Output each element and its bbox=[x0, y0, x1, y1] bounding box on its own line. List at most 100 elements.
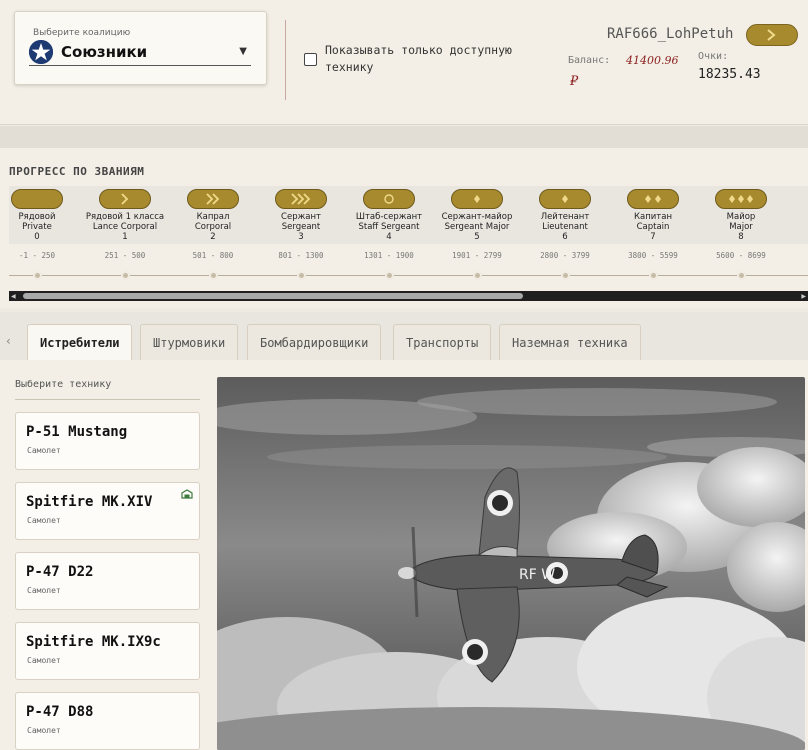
rank-name-en: Private bbox=[22, 222, 52, 232]
vehicle-type: Самолет bbox=[27, 656, 61, 665]
coalition-label: Выберите коалицию bbox=[33, 28, 131, 38]
available-only-label[interactable]: Показывать только доступную технику bbox=[325, 42, 525, 76]
rank-timeline-marker bbox=[120, 271, 130, 280]
rank-number: 3 bbox=[298, 232, 304, 242]
rank-points-range: 501 - 800 bbox=[192, 251, 234, 260]
rank-timeline-marker bbox=[32, 271, 42, 280]
scroll-right-icon[interactable]: ▶ bbox=[801, 293, 806, 300]
balance-label: Баланс: bbox=[568, 55, 611, 66]
rank-name-en: Corporal bbox=[194, 222, 232, 232]
vehicle-type: Самолет bbox=[27, 726, 61, 735]
rank-name-ru: Сержант bbox=[281, 212, 321, 222]
coalition-select[interactable]: Союзники ▼ bbox=[29, 40, 251, 66]
rank-name-ru: Лейтенант bbox=[540, 212, 590, 222]
scrollbar-thumb[interactable] bbox=[23, 293, 523, 299]
horizontal-scrollbar[interactable]: ◀ ▶ bbox=[9, 291, 808, 301]
rank-name-ru: Рядовой 1 класса bbox=[85, 212, 165, 222]
vehicle-name: P-47 D22 bbox=[26, 564, 94, 580]
rank-insignia-icon bbox=[451, 189, 503, 209]
rank-name-en: Lance Corporal bbox=[92, 222, 158, 232]
rank-timeline-marker bbox=[296, 271, 306, 280]
rank-name-en: Major bbox=[729, 222, 753, 232]
top-bar: Выберите коалицию Союзники ▼ Показывать … bbox=[0, 0, 808, 125]
vehicle-type: Самолет bbox=[27, 516, 61, 525]
username: RAF666_LohPetuh bbox=[607, 26, 734, 42]
vehicle-card[interactable]: P-51 Mustang Самолет bbox=[15, 412, 200, 470]
rank-insignia-icon bbox=[187, 189, 239, 209]
rank-timeline-marker bbox=[208, 271, 218, 280]
points-value: 18235.43 bbox=[698, 67, 761, 82]
tab-fighters[interactable]: Истребители bbox=[27, 324, 133, 360]
rank-name-ru: Капрал bbox=[196, 212, 230, 222]
rank-points-range: 5600 - 8699 bbox=[716, 251, 766, 260]
available-only-checkbox[interactable] bbox=[304, 53, 317, 66]
rank-insignia-icon bbox=[11, 189, 63, 209]
vehicle-name: P-47 D88 bbox=[26, 704, 94, 720]
rank-timeline-marker bbox=[472, 271, 482, 280]
rank-insignia-icon bbox=[627, 189, 679, 209]
vehicle-preview-image: RF W bbox=[217, 377, 805, 750]
rank-points-range: 1301 - 1900 bbox=[364, 251, 414, 260]
allied-star-icon bbox=[29, 40, 53, 64]
rank-insignia-icon bbox=[539, 189, 591, 209]
tab-attackers[interactable]: Штурмовики bbox=[140, 324, 239, 360]
rank-points-range: 251 - 500 bbox=[104, 251, 146, 260]
rank-number: 6 bbox=[562, 232, 568, 242]
rank-insignia-icon bbox=[746, 24, 798, 46]
rank-timeline-marker bbox=[384, 271, 394, 280]
rank-points-range: 2800 - 3799 bbox=[540, 251, 590, 260]
aircraft-marking: RF W bbox=[519, 567, 555, 583]
vehicle-name: P-51 Mustang bbox=[26, 424, 128, 440]
vehicle-type: Самолет bbox=[27, 586, 61, 595]
ranks-band: Рядовой Private 0 Рядовой 1 класса Lance Cor… bbox=[9, 186, 808, 244]
rank-number: 2 bbox=[210, 232, 216, 242]
chevron-left-icon[interactable]: ‹ bbox=[6, 334, 11, 348]
rank-number: 4 bbox=[386, 232, 392, 242]
vehicle-card[interactable]: P-47 D22 Самолет bbox=[15, 552, 200, 610]
spitfire-photo: RF W bbox=[217, 377, 805, 750]
rank-number: 1 bbox=[122, 232, 128, 242]
rank-name-en: Captain bbox=[636, 222, 670, 232]
category-tabs: ‹ Истребители Штурмовики Бомбардировщики… bbox=[0, 312, 808, 360]
rank-name-en: Lieutenant bbox=[542, 222, 588, 232]
rank-name-ru: Майор bbox=[726, 212, 756, 222]
separator-strip bbox=[0, 126, 808, 148]
vehicle-name: Spitfire MK.IX9c bbox=[26, 634, 161, 650]
rank-insignia-icon bbox=[363, 189, 415, 209]
coalition-selector-card: Выберите коалицию Союзники ▼ bbox=[14, 11, 267, 85]
progress-title: ПРОГРЕСС ПО ЗВАНИЯМ bbox=[9, 165, 145, 178]
rank-name-ru: Сержант-майор bbox=[441, 212, 513, 222]
vehicle-card[interactable]: Spitfire MK.XIV Самолет bbox=[15, 482, 200, 540]
points-label: Очки: bbox=[698, 51, 729, 62]
rank-insignia-icon bbox=[715, 189, 767, 209]
vehicle-card[interactable]: P-47 D88 Самолет bbox=[15, 692, 200, 750]
rank-insignia-icon bbox=[275, 189, 327, 209]
rank-points-range: -1 - 250 bbox=[18, 251, 56, 260]
divider bbox=[285, 20, 286, 100]
vehicle-name: Spitfire MK.XIV bbox=[26, 494, 153, 510]
garage-icon bbox=[181, 489, 193, 499]
rank-timeline-marker bbox=[560, 271, 570, 280]
tab-bombers[interactable]: Бомбардировщики bbox=[247, 324, 382, 360]
vehicle-type: Самолет bbox=[27, 446, 61, 455]
rank-timeline-marker bbox=[648, 271, 658, 280]
rank-insignia-icon bbox=[99, 189, 151, 209]
rank-points-range: 3800 - 5599 bbox=[628, 251, 678, 260]
rank-name-en: Sergeant bbox=[281, 222, 321, 232]
tab-transports[interactable]: Транспорты bbox=[393, 324, 492, 360]
vehicle-content: Выберите технику P-51 Mustang Самолет Sp… bbox=[0, 360, 808, 750]
scroll-left-icon[interactable]: ◀ bbox=[11, 293, 16, 300]
rank-timeline-marker bbox=[736, 271, 746, 280]
currency-symbol: ₽ bbox=[570, 74, 579, 89]
divider bbox=[15, 399, 200, 400]
rank-points-range: 801 - 1300 bbox=[278, 251, 324, 260]
rank-number: 8 bbox=[738, 232, 744, 242]
tab-ground-vehicles[interactable]: Наземная техника bbox=[499, 324, 641, 360]
balance-value: 41400.96 bbox=[626, 54, 679, 67]
rank-points-range: 1901 - 2799 bbox=[452, 251, 502, 260]
rank-number: 7 bbox=[650, 232, 656, 242]
rank-number: 0 bbox=[34, 232, 40, 242]
rank-progress-section: ПРОГРЕСС ПО ЗВАНИЯМ Рядовой Private 0 Рядов… bbox=[0, 148, 808, 308]
rank-name-ru: Капитан bbox=[633, 212, 673, 222]
vehicle-card[interactable]: Spitfire MK.IX9c Самолет bbox=[15, 622, 200, 680]
